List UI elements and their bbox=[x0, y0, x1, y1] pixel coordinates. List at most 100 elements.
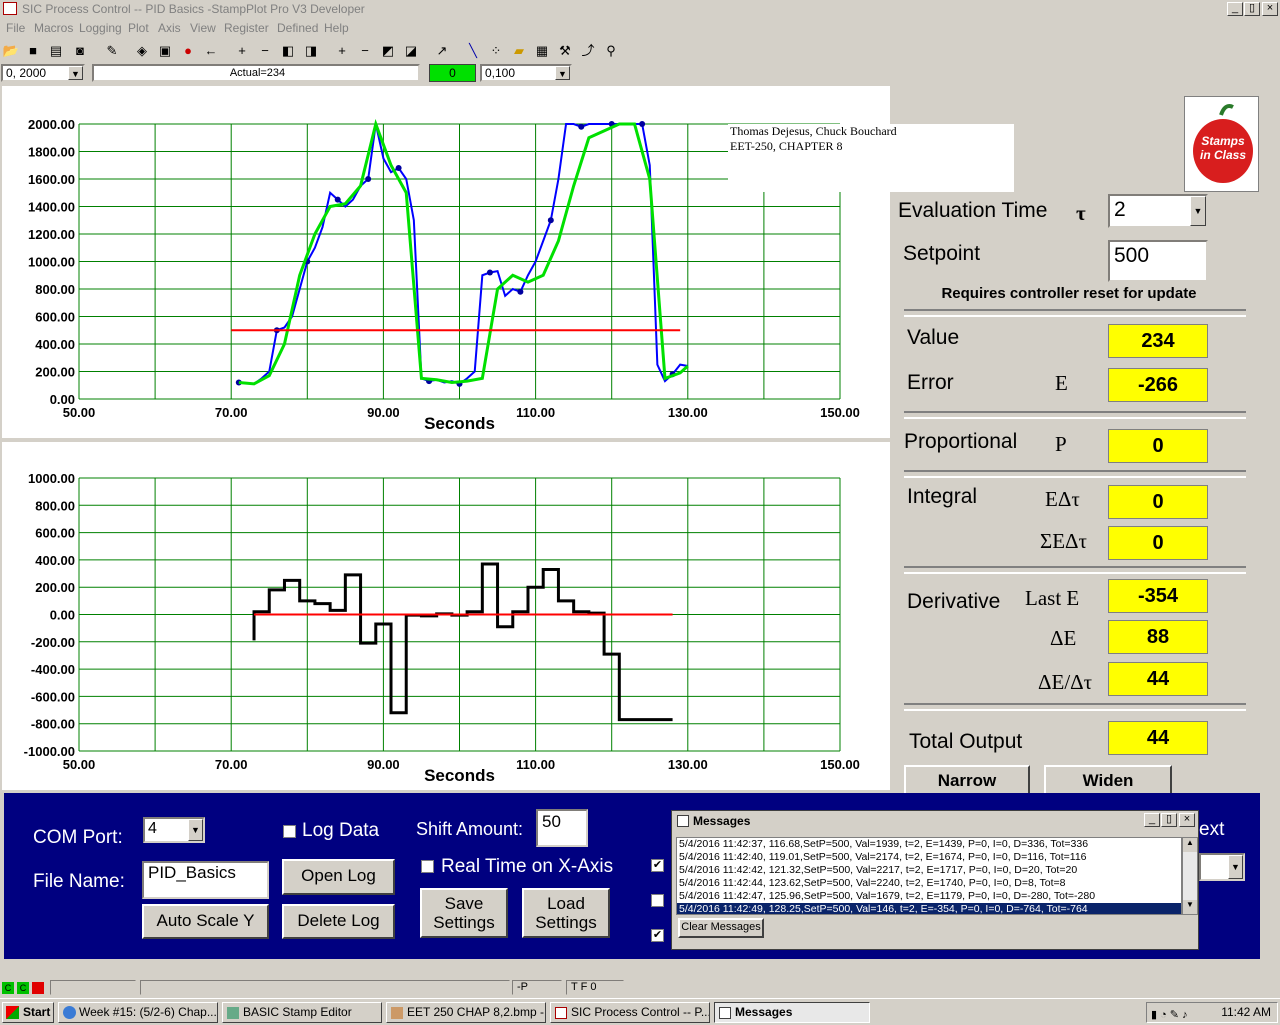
close-button[interactable]: × bbox=[1262, 2, 1278, 16]
integral-display-2: 0 bbox=[1108, 526, 1208, 560]
menu-macros[interactable]: Macros bbox=[34, 21, 73, 35]
menu-defined[interactable]: Defined bbox=[277, 21, 318, 35]
clear-messages-button[interactable]: Clear Messages bbox=[678, 918, 764, 938]
taskbar-item-messages[interactable]: Messages bbox=[714, 1002, 870, 1023]
data-point bbox=[486, 269, 493, 276]
chart-icon[interactable]: ⤴ bbox=[578, 41, 598, 61]
bottom-chart: 1000.00 800.00 600.00 400.00 200.00 0.00 -200.… bbox=[24, 471, 860, 785]
messages-scrollbar[interactable]: ▲ ▼ bbox=[1182, 837, 1198, 915]
plot-icon[interactable]: ◈ bbox=[132, 41, 152, 61]
shift-left-icon[interactable]: ◧ bbox=[278, 41, 298, 61]
menu-file[interactable]: File bbox=[6, 21, 25, 35]
minimize-button[interactable]: _ bbox=[1227, 2, 1243, 16]
open-log-button[interactable]: Open Log bbox=[282, 859, 395, 895]
cursor-icon[interactable]: ↗ bbox=[432, 41, 452, 61]
scroll-up-icon[interactable]: ▲ bbox=[1183, 838, 1197, 852]
menu-register[interactable]: Register bbox=[224, 21, 269, 35]
tau-symbol: τ bbox=[1076, 201, 1086, 225]
load-settings-button[interactable]: Load Settings bbox=[522, 888, 610, 938]
shift-amount-input[interactable]: 50 bbox=[536, 809, 588, 847]
setpoint-input[interactable]: 500 bbox=[1108, 240, 1208, 282]
svg-text:in Class: in Class bbox=[1200, 148, 1246, 162]
readout-field: Actual=234 bbox=[92, 64, 420, 82]
integral-display-1: 0 bbox=[1108, 485, 1208, 519]
y-tick-label: 400.00 bbox=[35, 553, 75, 568]
menu-axis[interactable]: Axis bbox=[158, 21, 181, 35]
zoom-x-in-icon[interactable]: + bbox=[232, 41, 252, 61]
y-tick-label: -800.00 bbox=[31, 717, 75, 732]
y-range-select[interactable]: 0, 2000 ▼ bbox=[1, 64, 85, 82]
menu-plot[interactable]: Plot bbox=[128, 21, 149, 35]
chevron-down-icon[interactable]: ▼ bbox=[1228, 855, 1243, 879]
camera-icon[interactable]: ◙ bbox=[70, 41, 90, 61]
windows-logo-icon bbox=[6, 1006, 19, 1019]
zoom-x-out-icon[interactable]: − bbox=[255, 41, 275, 61]
start-button[interactable]: Start bbox=[2, 1002, 54, 1023]
save-icon[interactable]: ■ bbox=[23, 41, 43, 61]
chevron-down-icon[interactable]: ▼ bbox=[1190, 196, 1206, 226]
taskbar-item-paint[interactable]: EET 250 CHAP 8,2.bmp -... bbox=[386, 1002, 546, 1023]
print-icon[interactable]: ▤ bbox=[46, 41, 66, 61]
screen-icon[interactable]: ▣ bbox=[155, 41, 175, 61]
open-icon[interactable]: 📂 bbox=[1, 41, 21, 61]
menu-view[interactable]: View bbox=[190, 21, 216, 35]
zoom-y-in-icon[interactable]: + bbox=[332, 41, 352, 61]
annotation-course: EET-250, CHAPTER 8 bbox=[730, 139, 843, 153]
save-settings-button[interactable]: Save Settings bbox=[420, 888, 508, 938]
log-data-checkbox[interactable] bbox=[283, 825, 296, 838]
data-point bbox=[517, 288, 524, 295]
separator bbox=[904, 566, 1246, 574]
messages-list[interactable]: 5/4/2016 11:42:37, 116.68,SetP=500, Val=… bbox=[676, 837, 1182, 915]
taskbar-item-sic[interactable]: SIC Process Control -- P... bbox=[550, 1002, 710, 1023]
eval-time-select[interactable]: 2 ▼ bbox=[1108, 194, 1208, 228]
pencil-icon[interactable]: ✎ bbox=[102, 41, 122, 61]
message-line: 5/4/2016 11:42:40, 119.01,SetP=500, Val=… bbox=[679, 851, 1087, 863]
draw-icon[interactable]: ╲ bbox=[463, 41, 483, 61]
maximize-button[interactable]: ▯ bbox=[1161, 813, 1177, 827]
status-field bbox=[140, 980, 510, 995]
calc-icon[interactable]: ▦ bbox=[532, 41, 552, 61]
zoom-y-out-icon[interactable]: − bbox=[355, 41, 375, 61]
file-name-input[interactable]: PID_Basics bbox=[142, 861, 269, 899]
tool-icon[interactable]: ⚒ bbox=[555, 41, 575, 61]
derivative-symbol-2: ΔE bbox=[1050, 626, 1077, 650]
option-checkbox-2[interactable] bbox=[651, 894, 664, 907]
messages-window[interactable]: Messages _ ▯ × 5/4/2016 11:42:37, 116.68… bbox=[671, 810, 1199, 950]
shift-up-icon[interactable]: ◩ bbox=[378, 41, 398, 61]
taskbar-item-browser[interactable]: Week #15: (5/2-6) Chap... bbox=[58, 1002, 218, 1023]
partial-select[interactable]: ▼ bbox=[1199, 853, 1245, 881]
x-tick-label: 70.00 bbox=[215, 757, 248, 772]
option-checkbox-3[interactable]: ✔ bbox=[651, 929, 664, 942]
minimize-button[interactable]: _ bbox=[1144, 813, 1160, 827]
maximize-button[interactable]: ▯ bbox=[1244, 2, 1260, 16]
auto-scale-button[interactable]: Auto Scale Y bbox=[142, 904, 269, 939]
shift-right-icon[interactable]: ◨ bbox=[301, 41, 321, 61]
notepad-icon bbox=[719, 1007, 731, 1019]
realtime-checkbox[interactable] bbox=[421, 860, 434, 873]
taskbar-item-stamp-editor[interactable]: BASIC Stamp Editor bbox=[222, 1002, 382, 1023]
shift-down-icon[interactable]: ◪ bbox=[401, 41, 421, 61]
arrow-left-icon[interactable]: ← bbox=[201, 41, 221, 61]
chevron-down-icon[interactable]: ▼ bbox=[188, 819, 203, 841]
chevron-down-icon[interactable]: ▼ bbox=[555, 66, 570, 80]
bottom-plot-pane[interactable]: 1000.00 800.00 600.00 400.00 200.00 0.00 -200.… bbox=[2, 442, 890, 790]
tray-icons[interactable]: ▮ ◔ ✎ ♪ bbox=[1151, 1006, 1188, 1025]
x-tick-label: 150.00 bbox=[820, 405, 860, 420]
data-point bbox=[395, 165, 402, 171]
menu-logging[interactable]: Logging bbox=[79, 21, 122, 35]
stop-icon[interactable]: ● bbox=[178, 41, 198, 61]
close-button[interactable]: × bbox=[1179, 813, 1195, 827]
data-point bbox=[578, 123, 585, 130]
x-tick-label: 110.00 bbox=[516, 405, 555, 420]
scroll-down-icon[interactable]: ▼ bbox=[1183, 900, 1197, 914]
chevron-down-icon[interactable]: ▼ bbox=[68, 66, 83, 80]
x-range-select[interactable]: 0,100 ▼ bbox=[480, 64, 572, 82]
messages-titlebar: Messages bbox=[673, 812, 1197, 830]
option-checkbox-1[interactable]: ✔ bbox=[651, 859, 664, 872]
menu-help[interactable]: Help bbox=[324, 21, 349, 35]
delete-log-button[interactable]: Delete Log bbox=[282, 904, 395, 939]
points-icon[interactable]: ⁘ bbox=[486, 41, 506, 61]
highlight-icon[interactable]: ▰ bbox=[509, 41, 529, 61]
com-port-select[interactable]: 4 ▼ bbox=[143, 817, 205, 843]
search-icon[interactable]: ⚲ bbox=[601, 41, 621, 61]
